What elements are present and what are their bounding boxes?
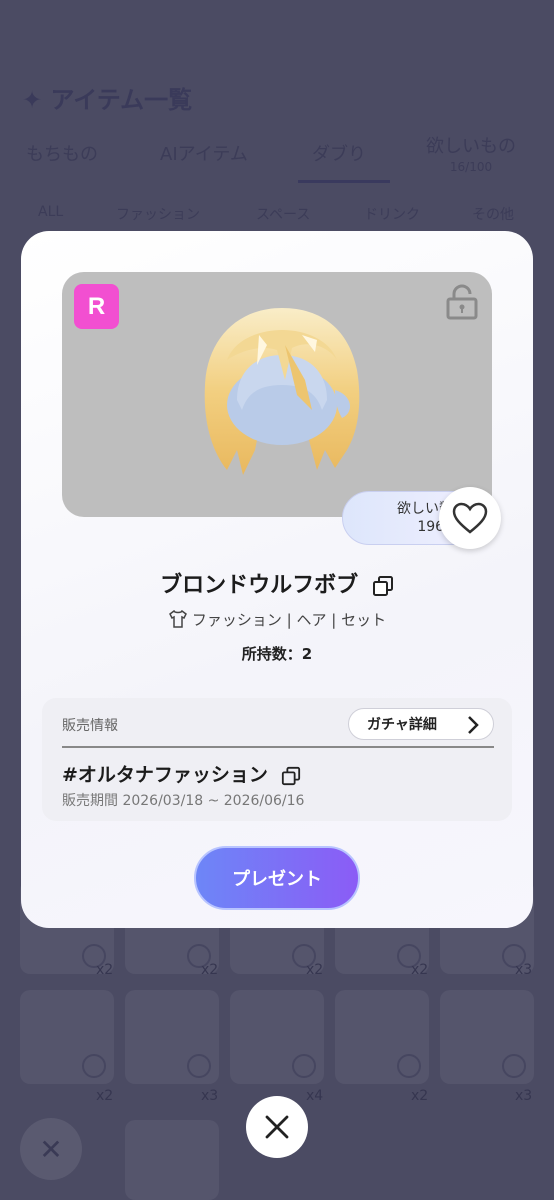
gacha-name: #オルタナファッション bbox=[62, 760, 301, 787]
wishlist-heart-button[interactable] bbox=[439, 487, 501, 549]
grid-tile[interactable] bbox=[335, 990, 429, 1084]
item-count: x4 bbox=[306, 1088, 324, 1104]
tab-wishlist-label: 欲しいもの bbox=[426, 136, 516, 157]
category-drink[interactable]: ドリンク bbox=[364, 204, 420, 224]
item-preview: R bbox=[62, 272, 492, 517]
copy-icon[interactable] bbox=[281, 766, 301, 786]
category-all[interactable]: ALL bbox=[38, 204, 63, 220]
lock-icon bbox=[187, 1054, 211, 1078]
lock-icon bbox=[82, 1054, 106, 1078]
tab-wishlist[interactable]: 欲しいもの 16/100 bbox=[426, 132, 516, 174]
item-name-text: ブロンドウルフボブ bbox=[160, 573, 359, 598]
item-count: x2 bbox=[96, 962, 114, 978]
item-count: x2 bbox=[96, 1088, 114, 1104]
item-count: x3 bbox=[201, 1088, 219, 1104]
grid-tile[interactable] bbox=[125, 990, 219, 1084]
category-fashion[interactable]: ファッション bbox=[116, 204, 200, 224]
close-icon: ✕ bbox=[39, 1132, 63, 1166]
grid-tile[interactable] bbox=[125, 1120, 219, 1200]
item-count: x2 bbox=[411, 1088, 429, 1104]
sale-info-label: 販売情報 bbox=[62, 718, 118, 734]
present-button[interactable]: プレゼント bbox=[194, 846, 360, 910]
tab-underline bbox=[298, 180, 390, 183]
category-space[interactable]: スペース bbox=[256, 204, 310, 224]
grid-tile[interactable] bbox=[20, 990, 114, 1084]
item-count: x2 bbox=[411, 962, 429, 978]
gacha-name-text: #オルタナファッション bbox=[62, 764, 268, 786]
tab-mochimono[interactable]: もちもの bbox=[26, 140, 98, 166]
modal-close-button[interactable] bbox=[246, 1096, 308, 1158]
category-other[interactable]: その他 bbox=[472, 204, 514, 224]
lock-icon bbox=[502, 1054, 526, 1078]
rarity-badge: R bbox=[74, 284, 119, 329]
owned-count: 所持数：2 bbox=[241, 645, 313, 663]
item-categories-text: ファッション | ヘア | セット bbox=[191, 611, 387, 629]
sale-period: 販売期間 2026/03/18 ~ 2026/06/16 bbox=[62, 793, 305, 809]
grid-tile[interactable] bbox=[440, 990, 534, 1084]
tab-wishlist-count: 16/100 bbox=[449, 160, 493, 174]
chevron-right-icon bbox=[468, 716, 479, 734]
tab-duplicates[interactable]: ダブり bbox=[312, 140, 366, 166]
grid-tile[interactable] bbox=[230, 990, 324, 1084]
shirt-icon bbox=[168, 609, 187, 628]
heart-icon bbox=[452, 502, 488, 534]
tab-bar: もちもの AIアイテム ダブり 欲しいもの 16/100 bbox=[0, 136, 554, 184]
hair-item-image bbox=[204, 308, 360, 475]
category-filter: ALL ファッション スペース ドリンク その他 bbox=[0, 204, 554, 228]
gacha-details-label: ガチャ詳細 bbox=[367, 717, 437, 733]
tab-ai-items[interactable]: AIアイテム bbox=[160, 140, 248, 166]
item-count: x2 bbox=[201, 962, 219, 978]
item-count: x3 bbox=[515, 1088, 533, 1104]
item-count: x2 bbox=[306, 962, 324, 978]
unlock-icon[interactable] bbox=[444, 284, 480, 320]
close-icon bbox=[265, 1115, 289, 1139]
item-count: x3 bbox=[515, 962, 533, 978]
item-categories: ファッション | ヘア | セット bbox=[21, 609, 533, 630]
lock-icon bbox=[292, 1054, 316, 1078]
copy-icon[interactable] bbox=[372, 575, 394, 597]
page-title: ✦ アイテム一覧 bbox=[22, 86, 193, 114]
background-close-button[interactable]: ✕ bbox=[20, 1118, 82, 1180]
item-detail-modal: R 欲しい数 1966 ブロンドウルフボブ ファッション | ヘア | セット … bbox=[21, 231, 533, 928]
divider bbox=[62, 746, 494, 748]
sale-info-panel: 販売情報 ガチャ詳細 #オルタナファッション 販売期間 2026/03/18 ~… bbox=[42, 698, 512, 821]
lock-icon bbox=[397, 1054, 421, 1078]
item-name: ブロンドウルフボブ bbox=[21, 567, 533, 599]
gacha-details-button[interactable]: ガチャ詳細 bbox=[348, 708, 494, 740]
